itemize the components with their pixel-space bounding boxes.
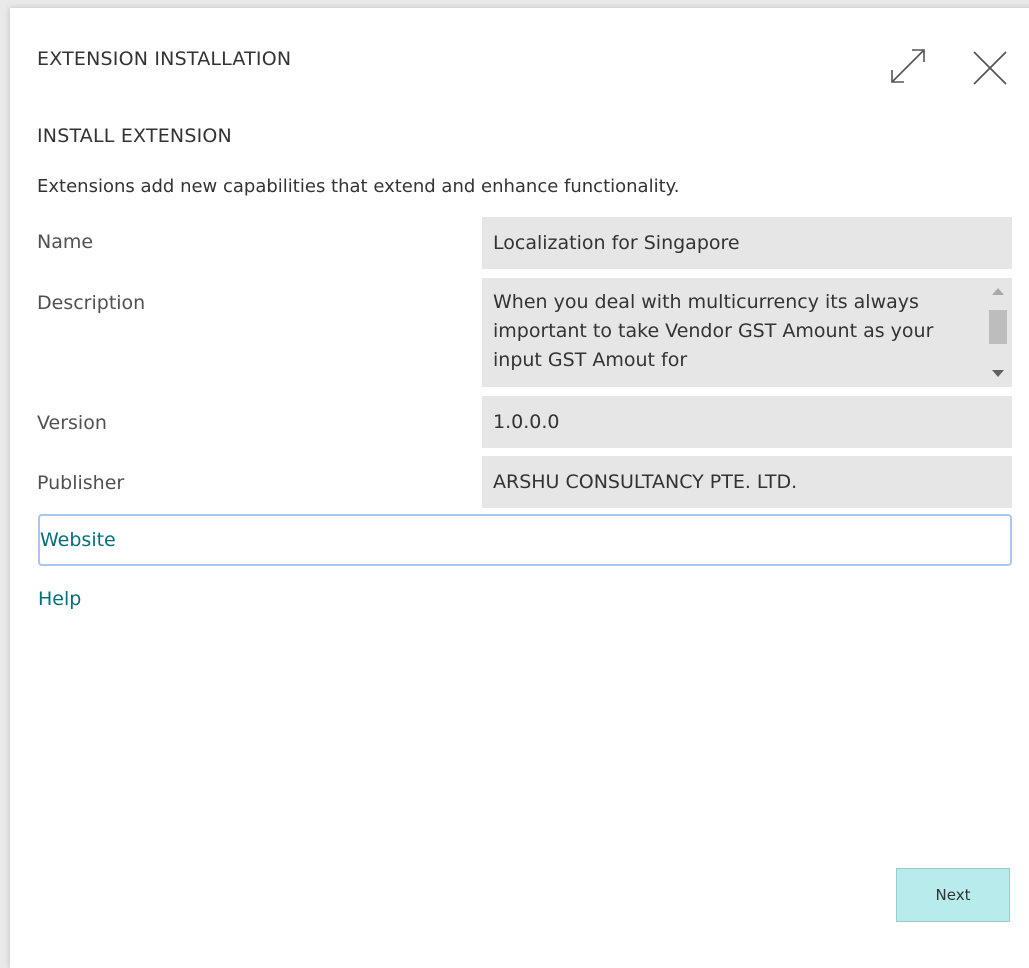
name-field: Localization for Singapore	[482, 217, 1012, 269]
extension-installation-dialog: EXTENSION INSTALLATION INSTALL EXTENSION…	[10, 8, 1029, 968]
scroll-up-icon[interactable]	[992, 288, 1004, 295]
close-button[interactable]	[970, 48, 1010, 88]
intro-text: Extensions add new capabilities that ext…	[37, 176, 680, 197]
publisher-field: ARSHU CONSULTANCY PTE. LTD.	[482, 456, 1012, 508]
publisher-label: Publisher	[37, 472, 125, 494]
website-link[interactable]: Website	[38, 514, 1012, 566]
next-button[interactable]: Next	[896, 868, 1010, 922]
scroll-thumb[interactable]	[989, 310, 1007, 344]
scroll-down-icon[interactable]	[992, 370, 1004, 377]
name-label: Name	[37, 231, 94, 253]
expand-button[interactable]	[886, 44, 930, 88]
version-field: 1.0.0.0	[482, 396, 1012, 448]
dialog-title: EXTENSION INSTALLATION	[37, 48, 292, 70]
help-link[interactable]: Help	[38, 588, 81, 610]
close-icon	[973, 51, 1007, 85]
version-label: Version	[37, 412, 107, 434]
expand-icon	[891, 49, 925, 83]
description-scrollbar[interactable]	[988, 282, 1008, 383]
section-title: INSTALL EXTENSION	[37, 125, 232, 147]
description-field[interactable]: When you deal with multicurrency its alw…	[482, 278, 1012, 387]
description-text: When you deal with multicurrency its alw…	[493, 291, 934, 371]
description-label: Description	[37, 292, 146, 314]
